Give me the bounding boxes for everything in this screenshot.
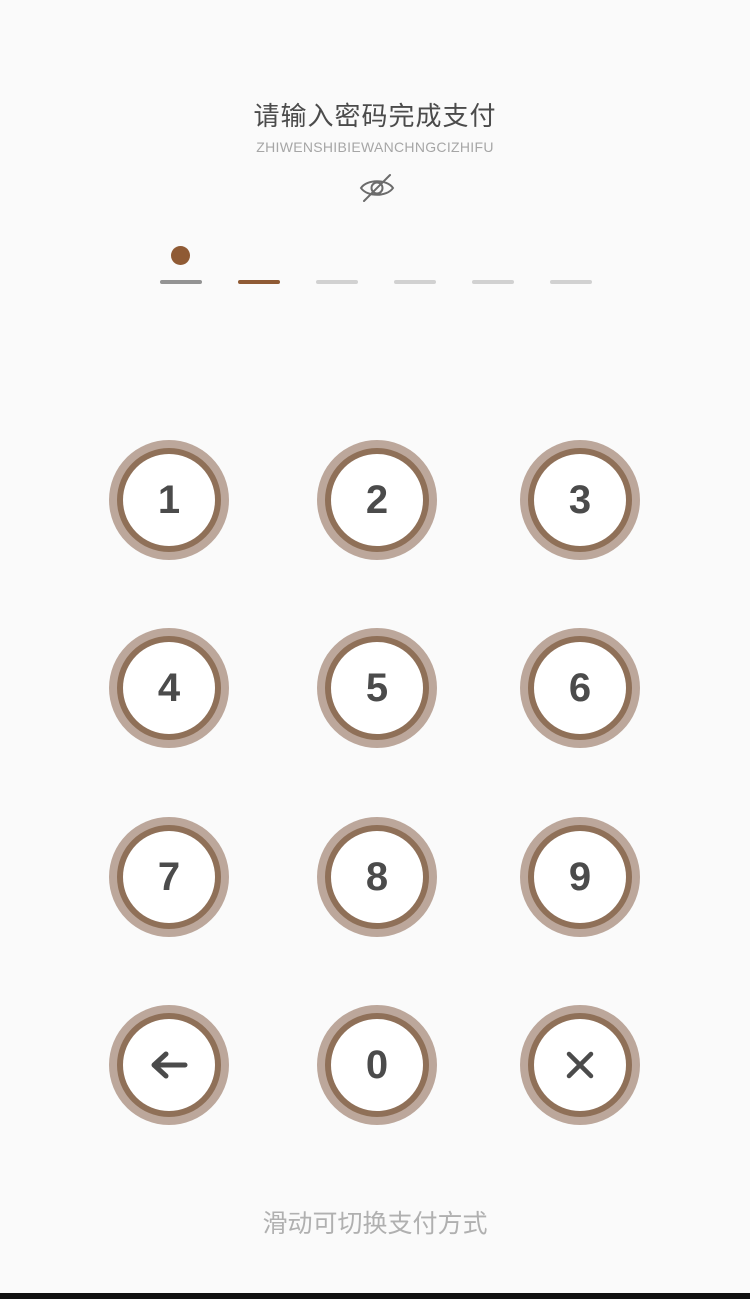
pin-slot-3 bbox=[316, 280, 358, 284]
key-label: 0 bbox=[331, 1019, 423, 1111]
backspace-button[interactable] bbox=[109, 1005, 229, 1125]
key-1[interactable]: 1 bbox=[109, 440, 229, 560]
switch-payment-hint[interactable]: 滑动可切换支付方式 bbox=[0, 1204, 750, 1240]
key-label: 1 bbox=[123, 454, 215, 546]
key-3[interactable]: 3 bbox=[520, 440, 640, 560]
arrow-left-icon bbox=[149, 1050, 189, 1080]
key-9[interactable]: 9 bbox=[520, 817, 640, 937]
eye-off-icon[interactable] bbox=[358, 170, 396, 206]
pin-slot-5 bbox=[472, 280, 514, 284]
key-8[interactable]: 8 bbox=[317, 817, 437, 937]
key-5[interactable]: 5 bbox=[317, 628, 437, 748]
key-7[interactable]: 7 bbox=[109, 817, 229, 937]
close-icon bbox=[565, 1050, 595, 1080]
key-label: 5 bbox=[331, 642, 423, 734]
pin-slot-4 bbox=[394, 280, 436, 284]
pin-slot-1 bbox=[160, 280, 202, 284]
key-0[interactable]: 0 bbox=[317, 1005, 437, 1125]
key-label: 8 bbox=[331, 831, 423, 923]
key-label: 2 bbox=[331, 454, 423, 546]
payment-password-screen: 请输入密码完成支付 ZHIWENSHIBIEWANCHNGCIZHIFU 1 2… bbox=[0, 0, 750, 1299]
key-label: 7 bbox=[123, 831, 215, 923]
pin-slot-6 bbox=[550, 280, 592, 284]
key-label: 9 bbox=[534, 831, 626, 923]
key-label: 6 bbox=[534, 642, 626, 734]
key-label: 4 bbox=[123, 642, 215, 734]
page-subtitle: ZHIWENSHIBIEWANCHNGCIZHIFU bbox=[256, 139, 494, 155]
key-4[interactable]: 4 bbox=[109, 628, 229, 748]
pin-slot-2 bbox=[238, 280, 280, 284]
key-6[interactable]: 6 bbox=[520, 628, 640, 748]
home-indicator bbox=[0, 1293, 750, 1299]
key-label: 3 bbox=[534, 454, 626, 546]
pin-dot bbox=[171, 246, 190, 265]
page-title: 请输入密码完成支付 bbox=[253, 101, 497, 131]
key-2[interactable]: 2 bbox=[317, 440, 437, 560]
close-button[interactable] bbox=[520, 1005, 640, 1125]
